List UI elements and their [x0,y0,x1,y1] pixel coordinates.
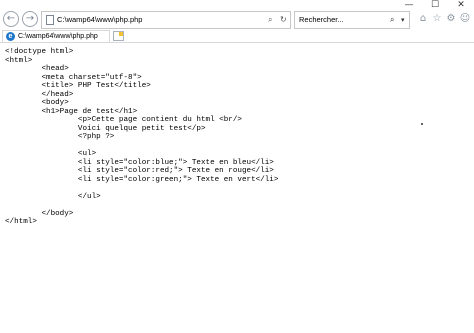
code-line: <meta charset="utf-8"> [5,73,142,82]
back-button[interactable]: ← [3,11,19,27]
mouse-cursor-dot [421,123,423,125]
code-line: </html> [5,218,37,226]
favorites-icon[interactable]: ☆ [431,13,443,25]
refresh-icon[interactable]: ↻ [280,12,287,28]
close-button[interactable]: ✕ [448,0,474,10]
maximize-button[interactable]: ☐ [422,0,448,10]
search-box[interactable]: Rechercher... ⌕ ▾ [294,11,410,29]
tab-label: C:\wamp64\www\php.php [18,33,98,40]
code-line: <ul> [5,150,97,158]
page-icon [46,15,54,25]
code-line: <h1>Page de test</h1> [5,107,138,116]
address-text[interactable]: C:\wamp64\www\php.php [57,12,142,28]
search-dropdown-icon[interactable]: ▾ [401,12,405,28]
code-line: </head> [5,90,74,99]
code-line: <head> [5,65,69,73]
code-line: <li style="color:red;"> Texte en rouge</… [5,167,274,175]
code-line: <p>Cette page contient du html <br/> [5,116,242,124]
forward-arrow-icon: → [25,13,35,24]
settings-icon[interactable]: ⚙ [445,13,457,25]
tab-bar: e C:\wamp64\www\php.php [0,30,474,43]
code-line: <!doctype html> [5,48,74,56]
ie-logo-icon: e [6,32,15,41]
code-line: <li style="color:blue;"> Texte en bleu</… [5,158,274,167]
code-line: <li style="color:green;"> Texte en vert<… [5,175,279,184]
code-line: <title> PHP Test</title> [5,82,151,90]
code-line: <?php ?> [5,133,115,141]
new-tab-button[interactable] [113,31,124,41]
address-search-icon[interactable]: ⌕ [268,12,272,28]
new-tab-icon [119,32,123,36]
back-arrow-icon: ← [6,13,16,24]
code-line: </body> [5,209,74,218]
search-input[interactable]: Rechercher... [299,12,344,28]
minimize-button[interactable]: — [396,0,422,10]
code-line: </ul> [5,192,101,201]
code-line: Voici quelque petit test</p> [5,124,206,133]
title-bar: — ☐ ✕ [0,0,474,10]
code-line: <html> [5,56,33,65]
home-icon[interactable]: ⌂ [417,13,429,25]
forward-button[interactable]: → [22,11,38,27]
code-line: <body> [5,99,69,107]
address-bar[interactable]: C:\wamp64\www\php.php ⌕ ↻ [41,11,291,29]
window-controls: — ☐ ✕ [396,0,474,10]
page-content: <!doctype html> <html> <head> <meta char… [5,48,465,227]
search-icon[interactable]: ⌕ [390,12,394,28]
smiley-feedback-icon[interactable]: ☺ [459,13,471,25]
tab-php-page[interactable]: e C:\wamp64\www\php.php [2,30,110,42]
navigation-toolbar: ← → C:\wamp64\www\php.php ⌕ ↻ Rechercher… [0,10,474,30]
